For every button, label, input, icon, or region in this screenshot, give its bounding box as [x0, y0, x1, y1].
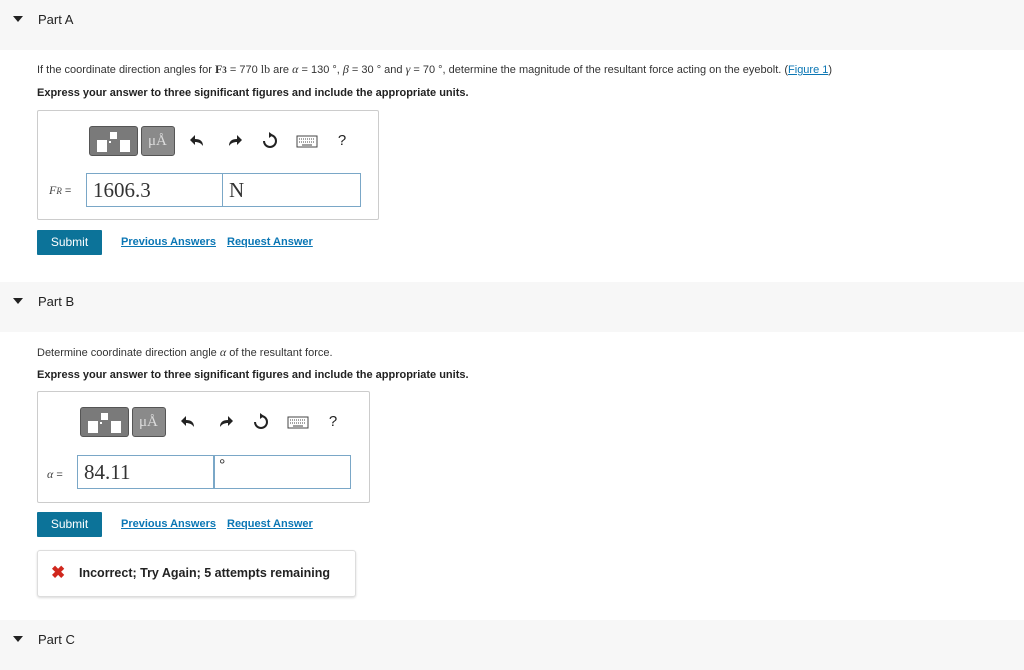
- reset-icon[interactable]: [250, 413, 272, 431]
- feedback-box: ✖ Incorrect; Try Again; 5 attempts remai…: [37, 550, 356, 597]
- part-c-header[interactable]: Part C: [0, 620, 1024, 670]
- fr-label: FR =: [49, 183, 72, 197]
- help-icon[interactable]: ?: [322, 413, 344, 431]
- keyboard-icon[interactable]: [294, 132, 320, 150]
- part-a-unit-input[interactable]: N: [222, 173, 361, 207]
- part-a-question: If the coordinate direction angles for F…: [37, 62, 833, 76]
- part-b-title: Part B: [38, 294, 75, 309]
- redo-icon[interactable]: [223, 132, 245, 150]
- templates-icon: [97, 132, 130, 152]
- templates-icon: [88, 413, 121, 433]
- templates-button[interactable]: [80, 407, 129, 437]
- part-a-title: Part A: [38, 12, 74, 27]
- alpha-label: α =: [47, 467, 63, 481]
- units-label: μÅ: [139, 414, 158, 430]
- part-a-instruction: Express your answer to three significant…: [37, 87, 469, 99]
- part-c-title: Part C: [38, 632, 75, 647]
- collapse-triangle-icon[interactable]: [13, 16, 23, 22]
- part-a-header[interactable]: Part A: [0, 0, 1024, 50]
- figure-1-link[interactable]: Figure 1: [788, 64, 828, 76]
- reset-icon[interactable]: [259, 132, 281, 150]
- undo-icon[interactable]: [178, 413, 200, 431]
- part-a-answer-box: μÅ ? FR = 1606.3 N: [37, 110, 379, 220]
- part-a-request-answer-link[interactable]: Request Answer: [227, 236, 313, 248]
- part-a-value-input[interactable]: 1606.3: [86, 173, 223, 207]
- part-b-unit-input[interactable]: °: [214, 455, 351, 489]
- part-b-instruction: Express your answer to three significant…: [37, 369, 469, 381]
- part-a-previous-answers-link[interactable]: Previous Answers: [121, 236, 216, 248]
- part-b-request-answer-link[interactable]: Request Answer: [227, 518, 313, 530]
- units-button[interactable]: μÅ: [132, 407, 166, 437]
- collapse-triangle-icon[interactable]: [13, 298, 23, 304]
- templates-button[interactable]: [89, 126, 138, 156]
- units-label: μÅ: [148, 133, 167, 149]
- part-b-value-input[interactable]: 84.11: [77, 455, 214, 489]
- part-b-question: Determine coordinate direction angle α o…: [37, 345, 333, 359]
- part-b-header[interactable]: Part B: [0, 282, 1024, 332]
- keyboard-icon[interactable]: [285, 413, 311, 431]
- part-b-answer-box: μÅ ? α = 84.11 °: [37, 391, 370, 503]
- part-a-submit-button[interactable]: Submit: [37, 230, 102, 255]
- part-b-submit-button[interactable]: Submit: [37, 512, 102, 537]
- incorrect-x-icon: ✖: [51, 563, 66, 582]
- part-b-previous-answers-link[interactable]: Previous Answers: [121, 518, 216, 530]
- feedback-message: Incorrect; Try Again; 5 attempts remaini…: [79, 566, 330, 580]
- redo-icon[interactable]: [214, 413, 236, 431]
- help-icon[interactable]: ?: [331, 132, 353, 150]
- units-button[interactable]: μÅ: [141, 126, 175, 156]
- collapse-triangle-icon[interactable]: [13, 636, 23, 642]
- undo-icon[interactable]: [187, 132, 209, 150]
